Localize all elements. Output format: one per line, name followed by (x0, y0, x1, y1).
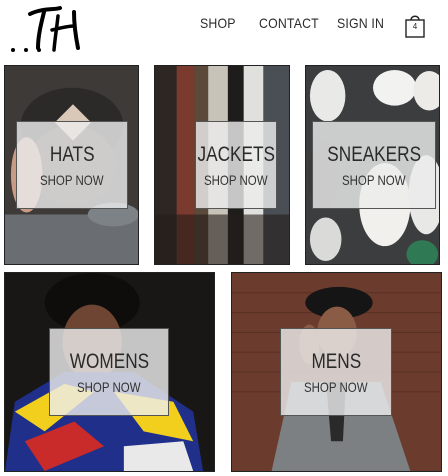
category-tile-mens[interactable]: MENS SHOP NOW (231, 272, 442, 472)
shop-now-link[interactable]: SHOP NOW (40, 173, 104, 187)
brand-logo[interactable] (8, 4, 88, 54)
sneakers-overlay: SNEAKERS SHOP NOW (312, 121, 436, 209)
category-title: MENS (311, 349, 361, 373)
womens-overlay: WOMENS SHOP NOW (49, 328, 169, 416)
site-header: SHOP CONTACT SIGN IN 4 (0, 0, 448, 64)
nav-shop-link[interactable]: SHOP (200, 15, 236, 31)
nav-sign-in-link[interactable]: SIGN IN (337, 15, 384, 31)
cart-count-badge: 4 (412, 22, 418, 31)
shop-now-link[interactable]: SHOP NOW (204, 173, 268, 187)
category-title: SNEAKERS (327, 142, 421, 166)
category-tile-womens[interactable]: WOMENS SHOP NOW (4, 272, 215, 472)
nav-contact-link[interactable]: CONTACT (259, 15, 319, 31)
shop-now-link[interactable]: SHOP NOW (342, 173, 406, 187)
jackets-overlay: JACKETS SHOP NOW (195, 121, 277, 209)
category-tile-hats[interactable]: HATS SHOP NOW (4, 65, 139, 265)
category-tile-jackets[interactable]: JACKETS SHOP NOW (154, 65, 290, 265)
category-tile-sneakers[interactable]: SNEAKERS SHOP NOW (305, 65, 440, 265)
mens-overlay: MENS SHOP NOW (280, 328, 392, 416)
category-title: JACKETS (197, 142, 275, 166)
hats-overlay: HATS SHOP NOW (16, 121, 128, 209)
category-title: HATS (49, 142, 95, 166)
shop-now-link[interactable]: SHOP NOW (77, 380, 141, 394)
shop-now-link[interactable]: SHOP NOW (304, 380, 368, 394)
category-title: WOMENS (69, 349, 149, 373)
shopping-bag-button[interactable]: 4 (404, 12, 426, 38)
